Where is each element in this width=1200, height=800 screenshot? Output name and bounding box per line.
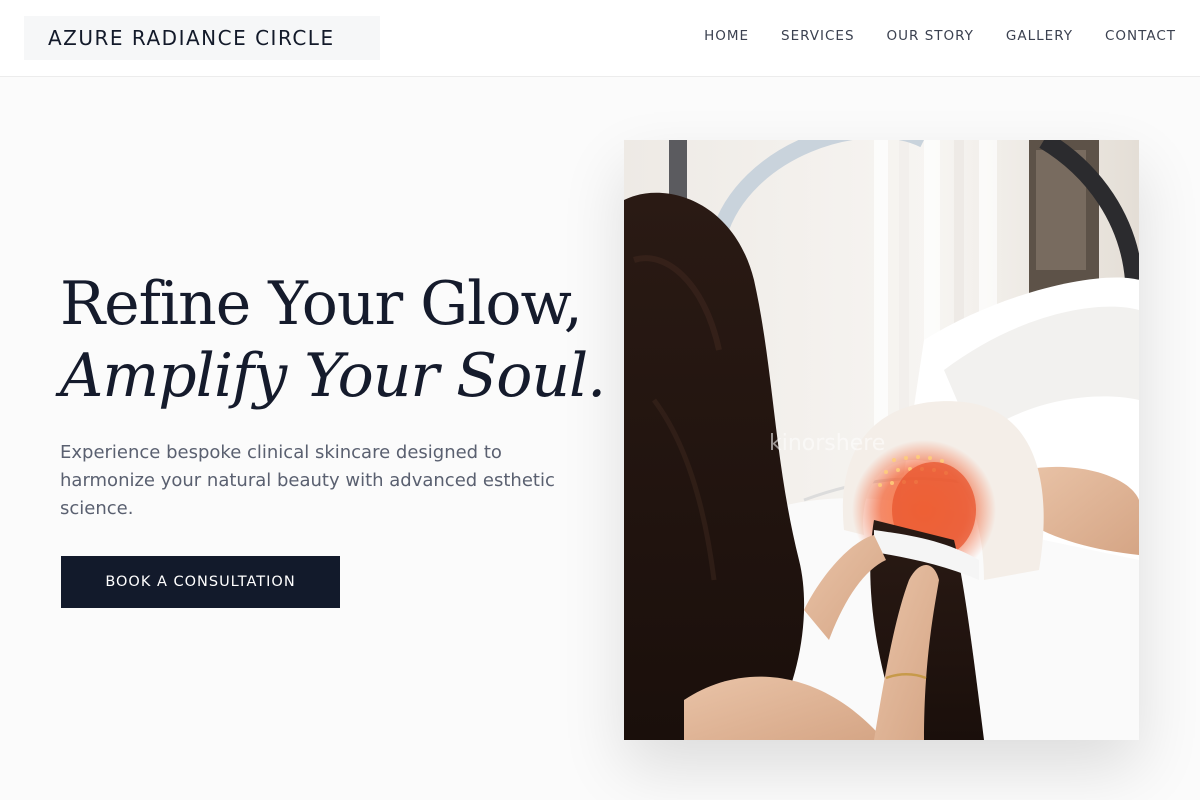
site-header: AZURE RADIANCE CIRCLE HOME SERVICES OUR …: [0, 0, 1200, 77]
brand-name: AZURE RADIANCE CIRCLE: [48, 26, 335, 50]
brand-logo[interactable]: AZURE RADIANCE CIRCLE: [24, 16, 380, 60]
nav-home-link[interactable]: HOME: [704, 28, 749, 44]
nav-gallery-link[interactable]: GALLERY: [1006, 28, 1073, 44]
treatment-illustration: kinorshere: [624, 140, 1139, 740]
hero-title: Refine Your Glow, Amplify Your Soul.: [60, 268, 606, 412]
nav-services-link[interactable]: SERVICES: [781, 28, 854, 44]
hero-title-line-1: Refine Your Glow,: [60, 269, 583, 339]
book-consultation-button[interactable]: BOOK A CONSULTATION: [61, 556, 340, 608]
hero-title-line-2: Amplify Your Soul.: [60, 341, 606, 411]
hero-treatment-photo: kinorshere: [624, 140, 1139, 740]
nav-contact-link[interactable]: CONTACT: [1105, 28, 1176, 44]
hero-description: Experience bespoke clinical skincare des…: [60, 442, 555, 519]
main-nav: HOME SERVICES OUR STORY GALLERY CONTACT: [704, 0, 1176, 72]
nav-our-story-link[interactable]: OUR STORY: [887, 28, 974, 44]
photo-watermark: kinorshere: [769, 431, 885, 456]
